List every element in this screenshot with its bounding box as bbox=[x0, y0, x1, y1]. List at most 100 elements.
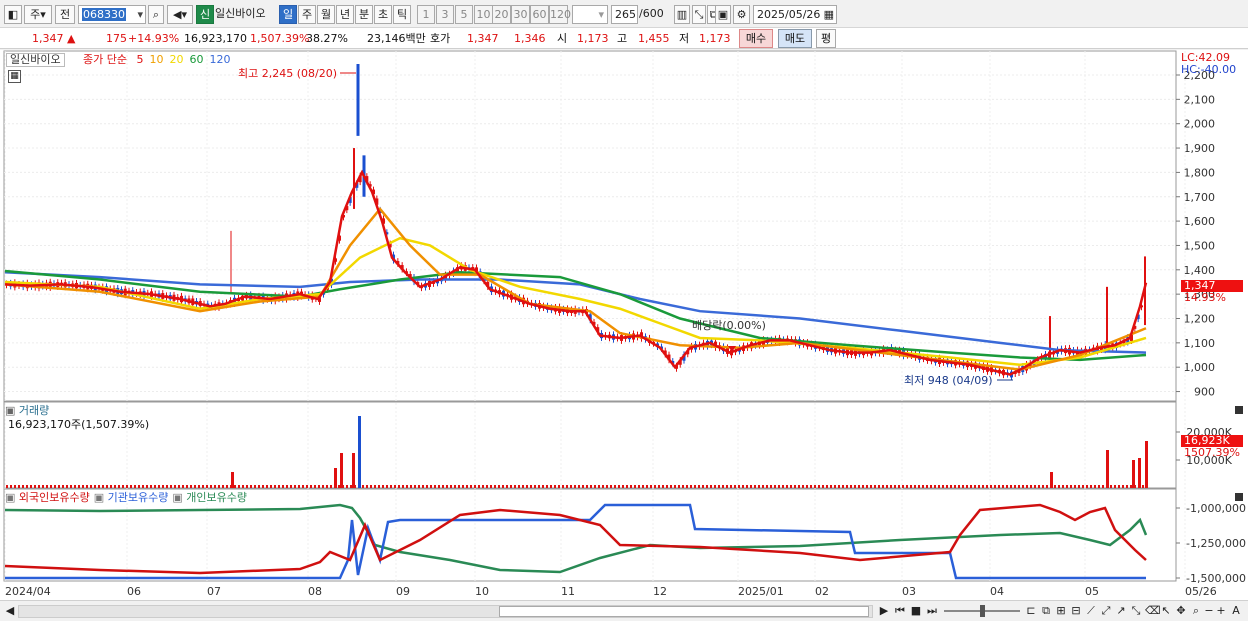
stock-code-input[interactable]: 068330 ▾ bbox=[78, 5, 146, 24]
prev-button[interactable]: 전 bbox=[55, 5, 75, 24]
volume-bar bbox=[686, 485, 688, 488]
volume-bar bbox=[522, 485, 524, 488]
volume-bar bbox=[1066, 485, 1068, 488]
volume-bar bbox=[198, 485, 200, 488]
interval-tab-60[interactable]: 60 bbox=[530, 5, 549, 24]
price-legend-name[interactable]: 일신바이오 bbox=[6, 53, 65, 67]
ray-icon[interactable]: ↗ bbox=[1115, 604, 1127, 619]
volume-bar bbox=[1130, 485, 1132, 488]
layout-icon-4[interactable]: ⊟ bbox=[1070, 604, 1082, 619]
interval-custom-select[interactable]: ▾ bbox=[572, 5, 608, 24]
volume-bar bbox=[1038, 485, 1040, 488]
fibo-icon[interactable]: ⤢ bbox=[1100, 604, 1112, 619]
cursor-icon[interactable]: ↖ bbox=[1160, 604, 1172, 619]
legend-box-icon: ▣ bbox=[93, 491, 108, 504]
search-icon[interactable]: ⌕ bbox=[148, 5, 164, 24]
volume-bar bbox=[250, 485, 252, 488]
volume-bar bbox=[218, 485, 220, 488]
zoom-out-icon[interactable]: − bbox=[1204, 604, 1214, 619]
zoom-in-icon[interactable]: + bbox=[1216, 604, 1226, 619]
date-input[interactable]: 2025/05/26 ▦ bbox=[753, 5, 837, 24]
interval-tab-20[interactable]: 20 bbox=[492, 5, 511, 24]
interval-tab-30[interactable]: 30 bbox=[511, 5, 530, 24]
volume-bar bbox=[462, 485, 464, 488]
font-size-icon[interactable]: A bbox=[1229, 604, 1243, 619]
interval-tab-5[interactable]: 5 bbox=[455, 5, 473, 24]
horizontal-scrollbar[interactable] bbox=[18, 605, 873, 618]
speaker-icon[interactable]: ◀▾ bbox=[167, 5, 193, 24]
chart-svg[interactable]: 2,2002,1002,0001,9001,8001,7001,6001,500… bbox=[0, 50, 1248, 600]
volume-bar bbox=[670, 485, 672, 488]
legend-box-icon: ▣ bbox=[172, 491, 187, 504]
period-tab-3[interactable]: 년 bbox=[336, 5, 354, 24]
high-label: 고 bbox=[617, 32, 628, 45]
holdings-legend[interactable]: ▣ 외국인보유수량 ▣ 기관보유수량 ▣ 개인보유수량 bbox=[5, 492, 251, 504]
x-tick-label: 09 bbox=[396, 585, 410, 598]
candle-icon[interactable]: ▥ bbox=[674, 5, 690, 24]
buy-button[interactable]: 매수 bbox=[739, 29, 773, 48]
volume-bar bbox=[54, 485, 56, 488]
price-tick-label: 1,900 bbox=[1184, 142, 1216, 155]
sell-button[interactable]: 매도 bbox=[778, 29, 812, 48]
scrollbar-thumb[interactable] bbox=[499, 606, 869, 617]
interval-tab-1[interactable]: 1 bbox=[417, 5, 435, 24]
speed-slider-handle[interactable] bbox=[980, 605, 985, 617]
layout-icon-1[interactable]: ⊏ bbox=[1025, 604, 1037, 619]
volume-spike bbox=[1106, 450, 1109, 488]
scroll-left-icon[interactable]: ◀ bbox=[4, 604, 16, 619]
avg-button[interactable]: 평 bbox=[816, 29, 836, 48]
period-tab-2[interactable]: 월 bbox=[317, 5, 335, 24]
volume-bar bbox=[862, 485, 864, 488]
x-tick-label: 05/26 bbox=[1185, 585, 1217, 598]
holdings-pane-close-icon[interactable] bbox=[1235, 493, 1243, 501]
toolbar-row-1: ◧ 주▾ 전 068330 ▾ ⌕ ◀▾ 신 일신바이오 일주월년분초틱 1351… bbox=[0, 0, 1248, 28]
interval-tab-10[interactable]: 10 bbox=[474, 5, 493, 24]
play-icon[interactable]: ▶ bbox=[878, 604, 890, 619]
volume-bar bbox=[78, 485, 80, 488]
save-icon[interactable]: ▣ bbox=[715, 5, 731, 24]
table-icon[interactable]: ▦ bbox=[8, 70, 21, 83]
holdings-tick-label: -1,250,000 bbox=[1186, 537, 1246, 550]
rewind-icon[interactable]: ⏮ bbox=[893, 604, 907, 619]
layout-icon[interactable]: ◧ bbox=[4, 5, 22, 24]
layout-icon-3[interactable]: ⊞ bbox=[1055, 604, 1067, 619]
volume-bar bbox=[794, 485, 796, 488]
volume-bar bbox=[186, 485, 188, 488]
volume-bar bbox=[870, 485, 872, 488]
volume-pane-close-icon[interactable] bbox=[1235, 406, 1243, 414]
low-price: 1,173 bbox=[699, 32, 731, 45]
ma-legend[interactable]: 종가 단순 5 10 20 60 120 bbox=[83, 53, 230, 66]
line-tool-icon[interactable]: ⤡ bbox=[692, 5, 706, 24]
period-tab-0[interactable]: 일 bbox=[279, 5, 297, 24]
credit-badge[interactable]: 신 bbox=[196, 5, 214, 24]
stop-icon[interactable]: ■ bbox=[909, 604, 923, 619]
gear-icon[interactable]: ⚙ bbox=[733, 5, 750, 24]
volume-bar bbox=[810, 485, 812, 488]
hand-icon[interactable]: ✥ bbox=[1175, 604, 1187, 619]
count-input[interactable]: 265 bbox=[611, 5, 638, 24]
market-select[interactable]: 주▾ bbox=[24, 5, 52, 24]
volume-bar bbox=[830, 485, 832, 488]
calendar-icon[interactable]: ▦ bbox=[824, 6, 834, 23]
chart-area[interactable]: 2,200 2,100 2,000 1,900 1,800 1,700 1,600 1,500… bbox=[0, 50, 1248, 600]
volume-bar bbox=[226, 485, 228, 488]
fast-forward-icon[interactable]: ⏭ bbox=[925, 604, 939, 619]
layout-icon-2[interactable]: ⧉ bbox=[1040, 604, 1052, 619]
open-label: 시 bbox=[557, 32, 568, 45]
low-annotation: 최저 948 (04/09) bbox=[904, 374, 993, 387]
volume-bar bbox=[94, 485, 96, 488]
trend-line-icon[interactable]: ⟋ bbox=[1085, 604, 1097, 619]
period-tab-1[interactable]: 주 bbox=[298, 5, 316, 24]
volume-bar bbox=[890, 485, 892, 488]
volume-bar bbox=[510, 485, 512, 488]
zoom-icon[interactable]: ⌕ bbox=[1190, 604, 1202, 619]
volume-bar bbox=[986, 485, 988, 488]
interval-tab-3[interactable]: 3 bbox=[436, 5, 454, 24]
interval-tab-120[interactable]: 120 bbox=[549, 5, 571, 24]
trade-amount: 23,146백만 bbox=[367, 32, 426, 45]
period-tab-4[interactable]: 분 bbox=[355, 5, 373, 24]
period-tab-6[interactable]: 틱 bbox=[393, 5, 411, 24]
erase-icon[interactable]: ⌫ bbox=[1145, 604, 1161, 619]
period-tab-5[interactable]: 초 bbox=[374, 5, 392, 24]
channel-icon[interactable]: ⤡ bbox=[1130, 604, 1142, 619]
